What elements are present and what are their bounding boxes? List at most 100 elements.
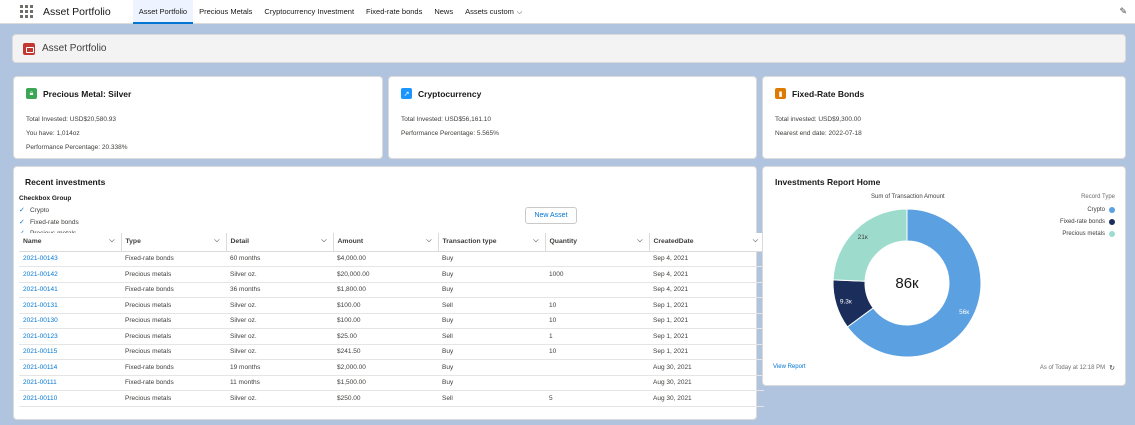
cell-amount: $1,800.00 [333, 282, 438, 298]
table-row[interactable]: 2021-00141 Fixed-rate bonds 36 months $1,80… [19, 282, 764, 298]
chevron-down-icon[interactable]: ⌵ [637, 237, 642, 245]
cell-transaction-type: Buy [438, 359, 545, 376]
cell-transaction-type: Sell [438, 328, 545, 345]
silver-quantity: You have: 1,014oz [26, 130, 80, 137]
chevron-down-icon[interactable]: ⌵ [517, 1, 522, 25]
chevron-down-icon[interactable]: ⌵ [109, 237, 114, 245]
investments-report-card: Investments Report Home Sum of Transacti… [762, 166, 1126, 386]
app-name: Asset Portfolio [43, 5, 111, 18]
trend-icon: ↗ [401, 88, 412, 99]
cell-name[interactable]: 2021-00115 [19, 344, 121, 360]
cell-amount: $100.00 [333, 297, 438, 314]
cell-type: Precious metals [121, 266, 226, 283]
portfolio-icon [23, 42, 35, 55]
column-header-name[interactable]: Name ⌵ [19, 233, 122, 252]
cell-name[interactable]: 2021-00141 [19, 282, 121, 298]
cell-type: Fixed-rate bonds [121, 282, 226, 298]
cell-created-date: Sep 4, 2021 [649, 282, 764, 298]
crypto-card-title: Cryptocurrency [418, 88, 482, 99]
cell-name[interactable]: 2021-00130 [19, 313, 121, 329]
chevron-down-icon[interactable]: ⌵ [753, 237, 758, 245]
cell-transaction-type: Buy [438, 251, 545, 267]
checkbox-fixed-rate-bonds[interactable]: ✓ Fixed-rate bonds [19, 219, 79, 226]
chevron-down-icon[interactable]: ⌵ [214, 237, 219, 245]
cell-detail: 11 months [226, 375, 333, 391]
cell-transaction-type: Buy [438, 375, 545, 391]
cell-type: Fixed-rate bonds [121, 359, 226, 376]
checkbox-group-label: Checkbox Group [19, 195, 72, 202]
tab-news[interactable]: News [428, 0, 459, 24]
table-row[interactable]: 2021-00114 Fixed-rate bonds 19 months $2,00… [19, 359, 764, 376]
tab-precious-metals[interactable]: Precious Metals [193, 0, 258, 24]
silver-total-invested: Total Invested: USD$20,580.93 [26, 116, 116, 123]
tab-asset-portfolio[interactable]: Asset Portfolio [132, 0, 194, 24]
cell-detail: 36 months [226, 282, 333, 298]
cell-transaction-type: Buy [438, 266, 545, 283]
column-header-detail[interactable]: Detail ⌵ [226, 233, 334, 252]
table-row[interactable]: 2021-00110 Precious metals Silver oz. $250.… [19, 390, 764, 407]
cell-detail: Silver oz. [226, 297, 333, 314]
page-title: Asset Portfolio [42, 43, 107, 54]
checkmark-icon[interactable]: ✓ [19, 207, 26, 214]
cell-amount: $4,000.00 [333, 251, 438, 267]
view-report-link[interactable]: View Report [773, 364, 806, 370]
tab-assets-custom[interactable]: Assets custom ⌵ [459, 0, 528, 24]
cell-name[interactable]: 2021-00114 [19, 359, 121, 376]
table-row[interactable]: 2021-00143 Fixed-rate bonds 60 months $4,00… [19, 251, 764, 267]
cell-name[interactable]: 2021-00143 [19, 251, 121, 267]
new-asset-button[interactable]: New Asset [525, 207, 577, 224]
cell-created-date: Sep 1, 2021 [649, 344, 764, 360]
column-header-label: Name [23, 238, 42, 246]
table-row[interactable]: 2021-00130 Precious metals Silver oz. $100.… [19, 313, 764, 329]
checkbox-fixed-rate-bonds-label: Fixed-rate bonds [30, 219, 79, 226]
donut-chart: 56к 9.3к 21к 86к [832, 208, 982, 358]
table-row[interactable]: 2021-00115 Precious metals Silver oz. $241.… [19, 344, 764, 360]
app-launcher-icon[interactable] [17, 3, 35, 21]
cell-name[interactable]: 2021-00123 [19, 328, 121, 345]
cell-detail: 19 months [226, 359, 333, 376]
cell-created-date: Sep 1, 2021 [649, 313, 764, 329]
edit-pencil-icon[interactable]: ✎ [1119, 6, 1127, 17]
chevron-down-icon[interactable]: ⌵ [321, 237, 326, 245]
cell-amount: $20,000.00 [333, 266, 438, 283]
chevron-down-icon[interactable]: ⌵ [533, 237, 538, 245]
refresh-icon[interactable]: ↻ [1109, 364, 1115, 372]
cell-created-date: Sep 1, 2021 [649, 297, 764, 314]
column-header-type[interactable]: Type ⌵ [121, 233, 227, 252]
tab-cryptocurrency-investment[interactable]: Cryptocurrency Investment [258, 0, 360, 24]
cell-type: Precious metals [121, 328, 226, 345]
table-row[interactable]: 2021-00123 Precious metals Silver oz. $25.0… [19, 328, 764, 345]
column-header-created-date[interactable]: CreatedDate ⌵ [649, 233, 764, 252]
checkbox-crypto[interactable]: ✓ Crypto [19, 207, 49, 214]
checkmark-icon[interactable]: ✓ [19, 219, 26, 226]
cell-quantity [545, 282, 649, 298]
slice-precious-metals[interactable] [832, 208, 908, 282]
crypto-performance: Performance Percentage: 5.565% [401, 130, 499, 137]
bar-chart-icon: ▮ [775, 88, 786, 99]
cell-name[interactable]: 2021-00142 [19, 266, 121, 283]
column-header-label: Quantity [549, 238, 578, 246]
silver-performance: Performance Percentage: 20.338% [26, 144, 128, 151]
cell-created-date: Aug 30, 2021 [649, 375, 764, 391]
cell-transaction-type: Buy [438, 282, 545, 298]
cell-amount: $2,000.00 [333, 359, 438, 376]
table-row[interactable]: 2021-00111 Fixed-rate bonds 11 months $1,50… [19, 375, 764, 391]
table-row[interactable]: 2021-00142 Precious metals Silver oz. $20,0… [19, 266, 764, 283]
cell-quantity: 10 [545, 344, 649, 360]
bonds-total-invested: Total invested: USD$9,300.00 [775, 116, 861, 123]
table-row[interactable]: 2021-00131 Precious metals Silver oz. $100.… [19, 297, 764, 314]
cell-quantity: 1 [545, 328, 649, 345]
cell-type: Fixed-rate bonds [121, 375, 226, 391]
cell-name[interactable]: 2021-00111 [19, 375, 121, 391]
column-header-quantity[interactable]: Quantity ⌵ [545, 233, 650, 252]
cell-name[interactable]: 2021-00110 [19, 390, 121, 407]
cell-name[interactable]: 2021-00131 [19, 297, 121, 314]
column-header-amount[interactable]: Amount ⌵ [333, 233, 439, 252]
chevron-down-icon[interactable]: ⌵ [426, 237, 431, 245]
tab-fixed-rate-bonds[interactable]: Fixed-rate bonds [360, 0, 428, 24]
column-header-transaction-type[interactable]: Transaction type ⌵ [438, 233, 546, 252]
cell-quantity: 10 [545, 297, 649, 314]
cell-amount: $25.00 [333, 328, 438, 345]
lock-icon: 🔒︎ [26, 88, 37, 99]
bonds-card-title: Fixed-Rate Bonds [792, 88, 865, 99]
